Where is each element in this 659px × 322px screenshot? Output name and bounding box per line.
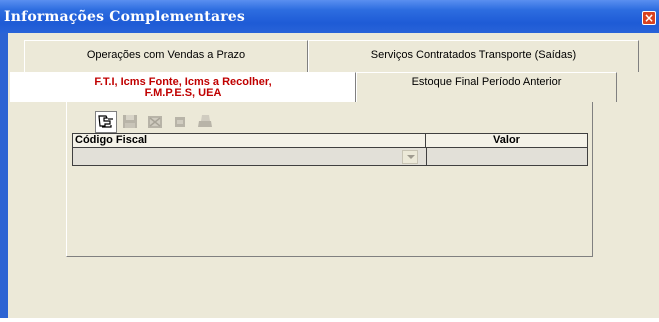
title-bar[interactable]: Informações Complementares × [0, 0, 659, 33]
print-icon [198, 115, 212, 127]
tab-label-line2: F.M.P.E.S, UEA [144, 87, 222, 99]
chevron-down-icon[interactable] [402, 150, 418, 164]
table-row [72, 148, 588, 166]
column-header-valor[interactable]: Valor [426, 133, 588, 148]
window-title: Informações Complementares [4, 9, 245, 25]
window-bottom-border [0, 318, 659, 322]
tab-operacoes-vendas-prazo[interactable]: Operações com Vendas a Prazo [24, 40, 308, 72]
delete-button[interactable] [145, 111, 167, 133]
print-button[interactable] [195, 111, 217, 133]
undo-button[interactable] [170, 111, 192, 133]
close-button[interactable]: × [642, 11, 656, 25]
codigo-fiscal-select[interactable] [72, 148, 426, 166]
tab-row-top: Operações com Vendas a Prazo Serviços Co… [24, 40, 639, 72]
column-header-codigo-fiscal[interactable]: Código Fiscal [72, 133, 426, 148]
undo-icon [175, 117, 185, 127]
tab-row-bottom: F.T.I, Icms Fonte, Icms a Recolher, F.M.… [10, 72, 617, 102]
grid-header: Código Fiscal Valor [72, 133, 588, 148]
new-record-icon [98, 115, 113, 128]
save-icon [123, 115, 137, 128]
save-button[interactable] [120, 111, 142, 133]
close-icon: × [643, 11, 655, 25]
tab-estoque-final[interactable]: Estoque Final Período Anterior [356, 72, 617, 102]
tab-fti-icms[interactable]: F.T.I, Icms Fonte, Icms a Recolher, F.M.… [10, 72, 356, 102]
valor-cell[interactable] [426, 148, 588, 166]
window-left-border [0, 33, 8, 322]
delete-icon [148, 116, 162, 128]
window: Informações Complementares × Operações c… [0, 0, 659, 322]
tab-servicos-contratados-transporte[interactable]: Serviços Contratados Transporte (Saídas) [308, 40, 639, 72]
new-record-button[interactable] [95, 111, 117, 133]
